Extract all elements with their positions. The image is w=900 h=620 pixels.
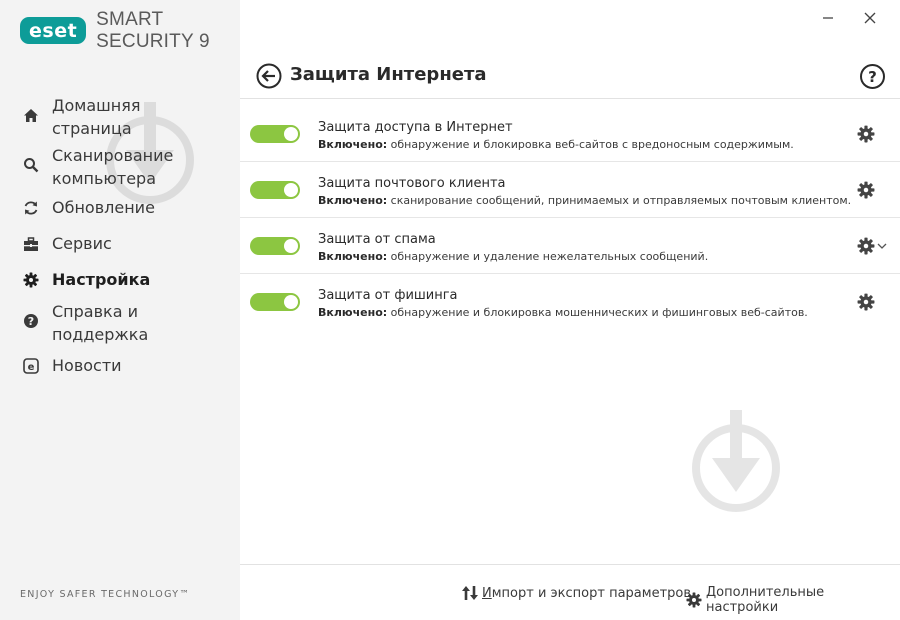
antispam-toggle[interactable]	[250, 237, 300, 255]
sidebar-item-home[interactable]: Домашняя страница	[0, 94, 240, 140]
refresh-icon	[22, 199, 40, 217]
sidebar-item-label: Сервис	[52, 234, 112, 253]
help-button[interactable]: ?	[859, 63, 886, 90]
import-export-label: Импорт и экспорт параметров	[482, 585, 692, 601]
sidebar-item-update[interactable]: Обновление	[0, 196, 240, 222]
svg-text:e: e	[28, 362, 35, 373]
sidebar-item-help[interactable]: ? Справка и поддержка	[0, 300, 240, 346]
antiphishing-toggle[interactable]	[250, 293, 300, 311]
sidebar-item-label: Домашняя страница	[52, 96, 141, 138]
import-export-link[interactable]: Импорт и экспорт параметров	[462, 585, 691, 601]
close-icon	[864, 12, 876, 24]
close-button[interactable]	[859, 8, 881, 28]
watermark-download-icon	[692, 410, 780, 512]
row-description: Включено: сканирование сообщений, приним…	[318, 194, 851, 207]
row-status: Включено:	[318, 306, 388, 319]
sidebar-item-setup[interactable]: Настройка	[0, 268, 240, 294]
sidebar-item-label: Обновление	[52, 198, 155, 217]
help-icon: ?	[22, 312, 40, 330]
advanced-setup-label: Дополнительные настройки	[706, 585, 825, 615]
row-description: Включено: обнаружение и блокировка веб-с…	[318, 138, 794, 151]
row-title: Защита от спама	[318, 232, 436, 247]
svg-text:?: ?	[28, 315, 34, 328]
sidebar-item-label: Сканирование компьютера	[52, 146, 174, 188]
row-desc-text: обнаружение и блокировка мошеннических и…	[390, 306, 808, 319]
gear-icon[interactable]	[857, 293, 875, 311]
minimize-button[interactable]	[817, 8, 839, 28]
sort-arrows-icon	[462, 585, 478, 601]
gear-icon[interactable]	[857, 125, 875, 143]
page-title: Защита Интернета	[290, 64, 487, 85]
email-client-toggle[interactable]	[250, 181, 300, 199]
row-status: Включено:	[318, 138, 388, 151]
row-title: Защита почтового клиента	[318, 176, 506, 191]
gear-icon	[22, 271, 40, 289]
row-desc-text: обнаружение и блокировка веб-сайтов с вр…	[390, 138, 794, 151]
row-desc-text: сканирование сообщений, принимаемых и от…	[390, 194, 852, 207]
row-title: Защита от фишинга	[318, 288, 458, 303]
row-description: Включено: обнаружение и удаление нежелат…	[318, 250, 708, 263]
list-item-antispam: Защита от спама Включено: обнаружение и …	[240, 218, 900, 274]
list-item-email-client: Защита почтового клиента Включено: скани…	[240, 162, 900, 218]
gear-icon[interactable]	[857, 181, 875, 199]
gear-icon[interactable]	[857, 237, 875, 255]
tagline: ENJOY SAFER TECHNOLOGY™	[20, 589, 191, 600]
home-icon	[22, 106, 40, 124]
toolbox-icon	[22, 235, 40, 253]
row-desc-text: обнаружение и удаление нежелательных соо…	[390, 250, 709, 263]
footer: Импорт и экспорт параметров Дополнительн…	[240, 564, 900, 620]
row-title: Защита доступа в Интернет	[318, 120, 513, 135]
chevron-down-icon[interactable]	[877, 241, 887, 251]
sidebar-item-label: Новости	[52, 356, 122, 375]
gear-icon	[686, 592, 702, 608]
search-icon	[22, 156, 40, 174]
news-icon: e	[22, 357, 40, 375]
back-button[interactable]	[256, 63, 282, 89]
svg-text:?: ?	[868, 68, 877, 86]
logo-badge: eset	[20, 17, 87, 44]
row-description: Включено: обнаружение и блокировка мошен…	[318, 306, 808, 319]
question-icon: ?	[860, 64, 885, 89]
sidebar-item-label: Настройка	[52, 270, 151, 289]
sidebar-item-scan[interactable]: Сканирование компьютера	[0, 144, 240, 190]
page-header: Защита Интернета ?	[240, 52, 900, 99]
product-name: SMART SECURITY 9	[96, 8, 210, 52]
sidebar-item-news[interactable]: e Новости	[0, 354, 240, 380]
list-item-antiphishing: Защита от фишинга Включено: обнаружение …	[240, 274, 900, 330]
sidebar: eset SMART SECURITY 9 Домашняя страница …	[0, 0, 240, 620]
row-status: Включено:	[318, 194, 388, 207]
eset-logo: eset SMART SECURITY 9	[20, 9, 240, 52]
advanced-setup-link[interactable]: Дополнительные настройки	[686, 585, 900, 615]
web-access-toggle[interactable]	[250, 125, 300, 143]
list-item-web-access: Защита доступа в Интернет Включено: обна…	[240, 106, 900, 162]
sidebar-item-label: Справка и поддержка	[52, 302, 149, 344]
sidebar-item-tools[interactable]: Сервис	[0, 232, 240, 258]
row-status: Включено:	[318, 250, 388, 263]
minimize-icon	[823, 17, 833, 19]
